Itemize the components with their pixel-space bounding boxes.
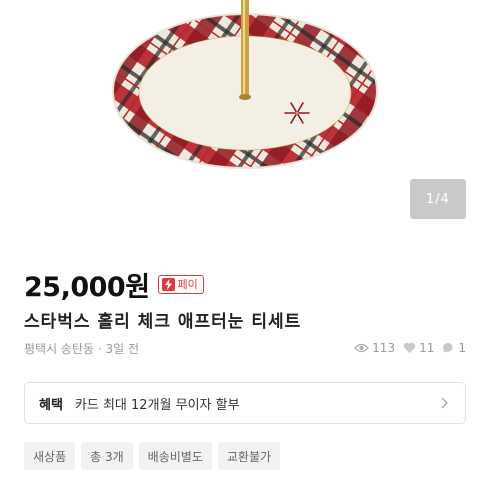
pay-badge: 페이 [157, 274, 204, 294]
price-row: 25,000원 페이 [24, 266, 204, 303]
eye-icon [354, 343, 369, 353]
chevron-right-icon [441, 397, 448, 409]
tag-condition: 새상품 [24, 442, 76, 470]
chat-bubble-icon [443, 343, 454, 353]
benefit-text: 카드 최대 12개월 무이자 할부 [74, 397, 240, 413]
benefit-card-installment[interactable]: 혜택 카드 최대 12개월 무이자 할부 [24, 382, 466, 424]
view-count-value: 113 [372, 341, 396, 355]
tag-exchange: 교환불가 [217, 442, 281, 470]
tag-list: 새상품 총 3개 배송비별도 교환불가 [24, 442, 286, 470]
heart-icon [403, 342, 416, 353]
meta-row: 평택시 송탄동 · 3일 전 113 11 1 [24, 338, 466, 358]
location-time: 평택시 송탄동 · 3일 전 [24, 341, 140, 356]
view-count: 113 [354, 341, 395, 355]
tag-quantity: 총 3개 [81, 442, 133, 470]
stats: 113 11 1 [346, 341, 466, 355]
benefit-label: 혜택 [39, 397, 63, 413]
like-count-value: 11 [419, 341, 435, 355]
like-count: 11 [403, 341, 434, 355]
chat-count: 1 [442, 341, 466, 355]
pay-badge-label: 페이 [177, 278, 198, 291]
tag-shipping: 배송비별도 [138, 442, 212, 470]
bolt-icon [161, 277, 175, 291]
chat-count-value: 1 [458, 341, 466, 355]
image-page-counter: 1/4 [410, 179, 466, 219]
product-photo[interactable]: 1/4 [0, 0, 490, 242]
price: 25,000원 [24, 271, 150, 303]
product-title: 스타벅스 홀리 체크 애프터눈 티세트 [24, 312, 302, 332]
